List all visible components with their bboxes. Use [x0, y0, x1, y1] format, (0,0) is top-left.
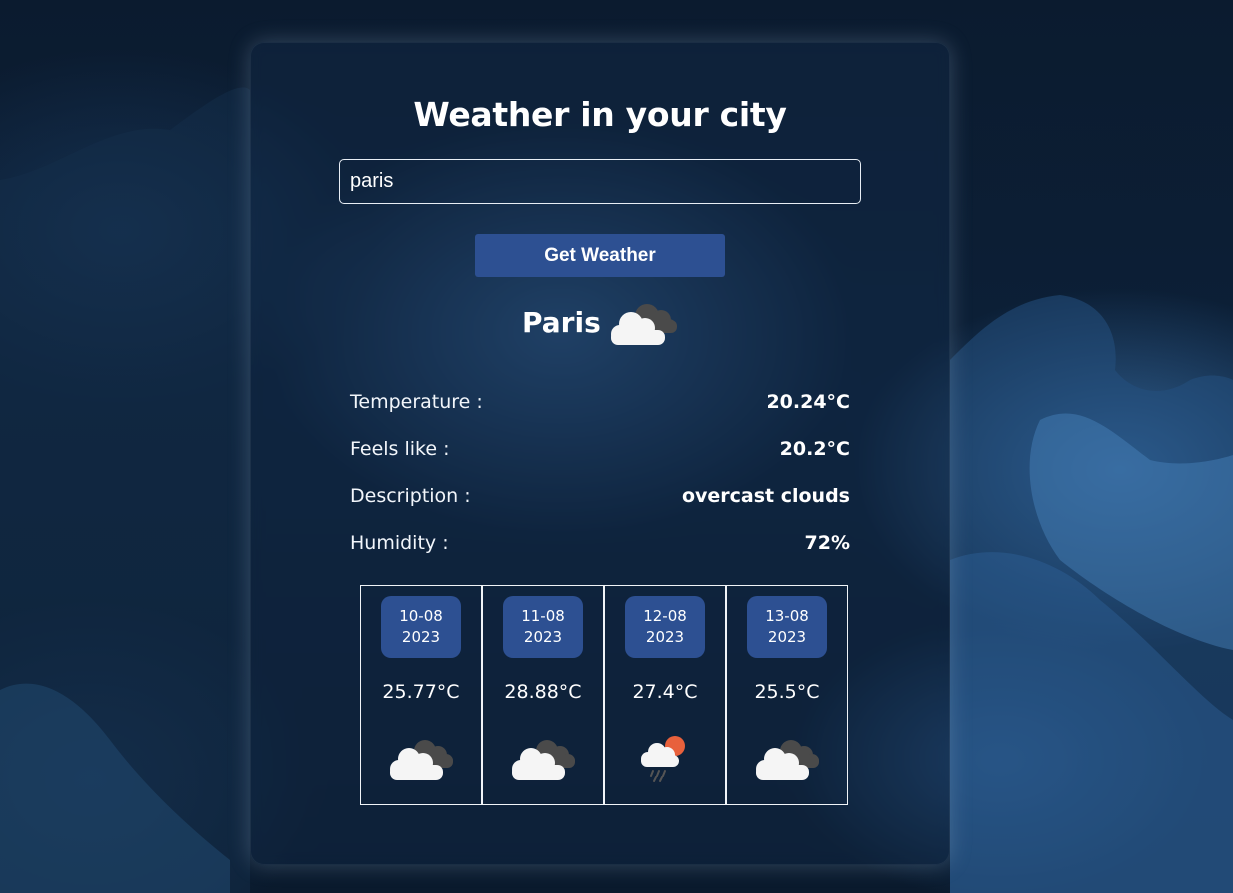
forecast-day: 12-08 2023 27.4°C — [604, 585, 726, 805]
forecast-date: 13-08 — [765, 607, 809, 625]
humidity-value: 72% — [804, 532, 850, 554]
weather-card: Weather in your city Get Weather Paris T… — [250, 42, 950, 865]
feels-like-row: Feels like : 20.2°C — [350, 438, 850, 466]
forecast-temp: 25.77°C — [382, 681, 460, 703]
forecast-date-badge: 12-08 2023 — [625, 596, 705, 658]
overcast-clouds-icon — [611, 304, 677, 345]
sun-cloud-rain-icon — [641, 736, 685, 782]
humidity-label: Humidity : — [350, 532, 449, 554]
city-name: Paris — [522, 306, 601, 339]
forecast-temp: 25.5°C — [754, 681, 820, 703]
get-weather-button[interactable]: Get Weather — [475, 234, 725, 277]
page-title: Weather in your city — [413, 95, 787, 134]
description-value: overcast clouds — [681, 485, 850, 507]
forecast-year: 2023 — [767, 628, 807, 646]
forecast-date: 11-08 — [521, 607, 565, 625]
forecast-day: 13-08 2023 25.5°C — [726, 585, 848, 805]
forecast-year: 2023 — [523, 628, 563, 646]
forecast-day: 11-08 2023 28.88°C — [482, 585, 604, 805]
feels-like-value: 20.2°C — [779, 438, 850, 460]
overcast-clouds-icon — [512, 740, 575, 780]
forecast-temp: 28.88°C — [504, 681, 582, 703]
forecast-date-badge: 10-08 2023 — [381, 596, 461, 658]
forecast-date-badge: 13-08 2023 — [747, 596, 827, 658]
forecast-date: 12-08 — [643, 607, 687, 625]
description-label: Description : — [350, 485, 471, 507]
forecast-year: 2023 — [401, 628, 441, 646]
forecast-date: 10-08 — [399, 607, 443, 625]
forecast-grid: 10-08 2023 25.77°C 11-08 2023 28.88°C 12… — [360, 585, 848, 805]
temperature-value: 20.24°C — [766, 391, 850, 413]
feels-like-label: Feels like : — [350, 438, 450, 460]
forecast-day: 10-08 2023 25.77°C — [360, 585, 482, 805]
forecast-year: 2023 — [645, 628, 685, 646]
humidity-row: Humidity : 72% — [350, 532, 850, 560]
temperature-label: Temperature : — [350, 391, 483, 413]
forecast-temp: 27.4°C — [632, 681, 698, 703]
overcast-clouds-icon — [390, 740, 453, 780]
overcast-clouds-icon — [756, 740, 819, 780]
temperature-row: Temperature : 20.24°C — [350, 391, 850, 419]
city-search-input[interactable] — [339, 159, 861, 204]
description-row: Description : overcast clouds — [350, 485, 850, 513]
forecast-date-badge: 11-08 2023 — [503, 596, 583, 658]
